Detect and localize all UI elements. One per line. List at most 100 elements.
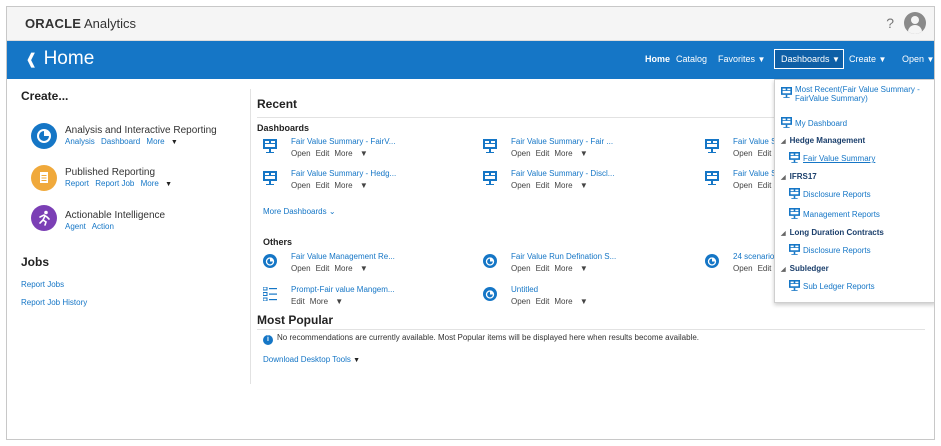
open-link[interactable]: Open (511, 149, 531, 158)
report-job-history-link[interactable]: Report Job History (21, 298, 87, 307)
help-button[interactable]: ? (886, 15, 894, 31)
create-actionable-title[interactable]: Actionable Intelligence (65, 210, 165, 221)
dashboard-icon (781, 87, 792, 98)
menu-group-subledger[interactable]: ◢ Subledger (781, 264, 829, 273)
open-link[interactable]: Open (291, 181, 311, 190)
create-analysis-title[interactable]: Analysis and Interactive Reporting (65, 125, 217, 136)
edit-link[interactable]: Edit (536, 181, 550, 190)
others-subheading: Others (263, 237, 293, 247)
edit-link[interactable]: Edit (536, 264, 550, 273)
edit-link[interactable]: Edit (316, 181, 330, 190)
create-more-link[interactable]: More ▼ (146, 137, 181, 146)
more-link[interactable]: More ▼ (554, 264, 587, 273)
user-avatar-icon[interactable] (904, 12, 926, 34)
menu-item-ldc-disclosure-reports[interactable]: Disclosure Reports (789, 244, 871, 255)
create-action-link[interactable]: Action (92, 222, 114, 231)
chevron-down-icon: ▼ (353, 357, 361, 364)
nav-dashboards[interactable]: Dashboards ▼ (774, 49, 844, 69)
dashboard-icon (789, 188, 800, 199)
more-link[interactable]: More ▼ (310, 297, 343, 306)
menu-item-disclosure-reports[interactable]: Disclosure Reports (789, 188, 871, 199)
top-bar: ORACLE Analytics ? (7, 7, 934, 41)
nav-create[interactable]: Create ▼ (849, 54, 886, 64)
download-desktop-tools-link[interactable]: Download Desktop Tools ▼ (263, 355, 360, 364)
menu-group-hedge-management[interactable]: ◢ Hedge Management (781, 136, 865, 145)
other-name-link[interactable]: Prompt-Fair value Mangem... (291, 285, 395, 294)
create-report-job-link[interactable]: Report Job (95, 179, 134, 188)
menu-item-sub-ledger-reports[interactable]: Sub Ledger Reports (789, 280, 875, 291)
open-link[interactable]: Open (511, 181, 531, 190)
more-link[interactable]: More ▼ (334, 181, 367, 190)
recent-divider (257, 117, 777, 118)
edit-link[interactable]: Edit (536, 149, 550, 158)
create-report-link[interactable]: Report (65, 179, 89, 188)
analysis-icon[interactable] (31, 123, 57, 149)
open-link[interactable]: Open (291, 264, 311, 273)
dashboards-dropdown-menu: Most Recent(Fair Value Summary - FairVal… (774, 79, 934, 303)
most-popular-heading: Most Popular (257, 313, 334, 327)
chevron-down-icon: ▼ (926, 55, 935, 64)
nav-home[interactable]: Home (645, 54, 670, 64)
menu-item-fair-value-summary[interactable]: Fair Value Summary (789, 152, 875, 163)
running-person-icon[interactable] (31, 205, 57, 231)
left-panel: Create... Analysis and Interactive Repor… (21, 89, 243, 307)
more-link[interactable]: More ▼ (334, 149, 367, 158)
open-link[interactable]: Open (291, 149, 311, 158)
dashboard-icon (781, 117, 792, 128)
oracle-logo[interactable]: ORACLE Analytics (25, 16, 136, 31)
expand-triangle-icon: ◢ (781, 139, 786, 145)
dashboard-name-link[interactable]: Fair Value S (733, 137, 776, 146)
menu-group-long-duration-contracts[interactable]: ◢ Long Duration Contracts (781, 228, 884, 237)
edit-link[interactable]: Edit (316, 149, 330, 158)
nav-favorites[interactable]: Favorites ▼ (718, 54, 765, 64)
other-name-link[interactable]: Fair Value Management Re... (291, 252, 395, 261)
dashboard-icon (789, 152, 800, 163)
open-link[interactable]: Open (733, 149, 753, 158)
other-name-link[interactable]: Untitled (511, 285, 538, 294)
nav-catalog[interactable]: Catalog (676, 54, 707, 64)
edit-link[interactable]: Edit (758, 181, 772, 190)
dashboard-name-link[interactable]: Fair Value Summary - Fair ... (511, 137, 613, 146)
chevron-down-icon: ▼ (832, 55, 840, 64)
more-link[interactable]: More ▼ (554, 297, 587, 306)
dashboard-name-link[interactable]: Fair Value Summary - Hedg... (291, 169, 396, 178)
more-link[interactable]: More ▼ (554, 181, 587, 190)
create-analysis-link[interactable]: Analysis (65, 137, 95, 146)
analysis-icon (705, 254, 719, 268)
more-link[interactable]: More ▼ (334, 264, 367, 273)
other-name-link[interactable]: Fair Value Run Defination S... (511, 252, 616, 261)
create-dashboard-link[interactable]: Dashboard (101, 137, 140, 146)
report-jobs-link[interactable]: Report Jobs (21, 280, 64, 289)
dashboard-icon (705, 171, 719, 185)
open-link[interactable]: Open (733, 264, 753, 273)
menu-group-ifrs17[interactable]: ◢ IFRS17 (781, 172, 817, 181)
menu-my-dashboard[interactable]: My Dashboard (781, 117, 847, 128)
logo-brand: ORACLE (25, 16, 82, 31)
edit-link[interactable]: Edit (536, 297, 550, 306)
other-name-link[interactable]: 24 scenario (733, 252, 774, 261)
edit-link[interactable]: Edit (316, 264, 330, 273)
dashboard-icon (263, 171, 277, 185)
more-link[interactable]: More ▼ (554, 149, 587, 158)
logo-product: Analytics (84, 16, 137, 31)
menu-item-management-reports[interactable]: Management Reports (789, 208, 880, 219)
prompt-icon (263, 287, 277, 301)
edit-link[interactable]: Edit (758, 264, 772, 273)
dashboard-name-link[interactable]: Fair Value S (733, 169, 776, 178)
create-agent-link[interactable]: Agent (65, 222, 86, 231)
nav-open[interactable]: Open ▼ (902, 54, 934, 64)
more-dashboards-link[interactable]: More Dashboards ⌄ (263, 207, 336, 216)
open-link[interactable]: Open (511, 264, 531, 273)
open-link[interactable]: Open (511, 297, 531, 306)
create-published-title[interactable]: Published Reporting (65, 167, 155, 178)
dashboard-name-link[interactable]: Fair Value Summary - FairV... (291, 137, 395, 146)
open-link[interactable]: Open (733, 181, 753, 190)
expand-triangle-icon: ◢ (781, 231, 786, 237)
create-report-more-link[interactable]: More ▼ (141, 179, 176, 188)
edit-link[interactable]: Edit (291, 297, 305, 306)
dashboard-name-link[interactable]: Fair Value Summary - Discl... (511, 169, 614, 178)
recent-heading: Recent (257, 97, 298, 111)
report-icon[interactable] (31, 165, 57, 191)
edit-link[interactable]: Edit (758, 149, 772, 158)
dashboard-icon (483, 171, 497, 185)
